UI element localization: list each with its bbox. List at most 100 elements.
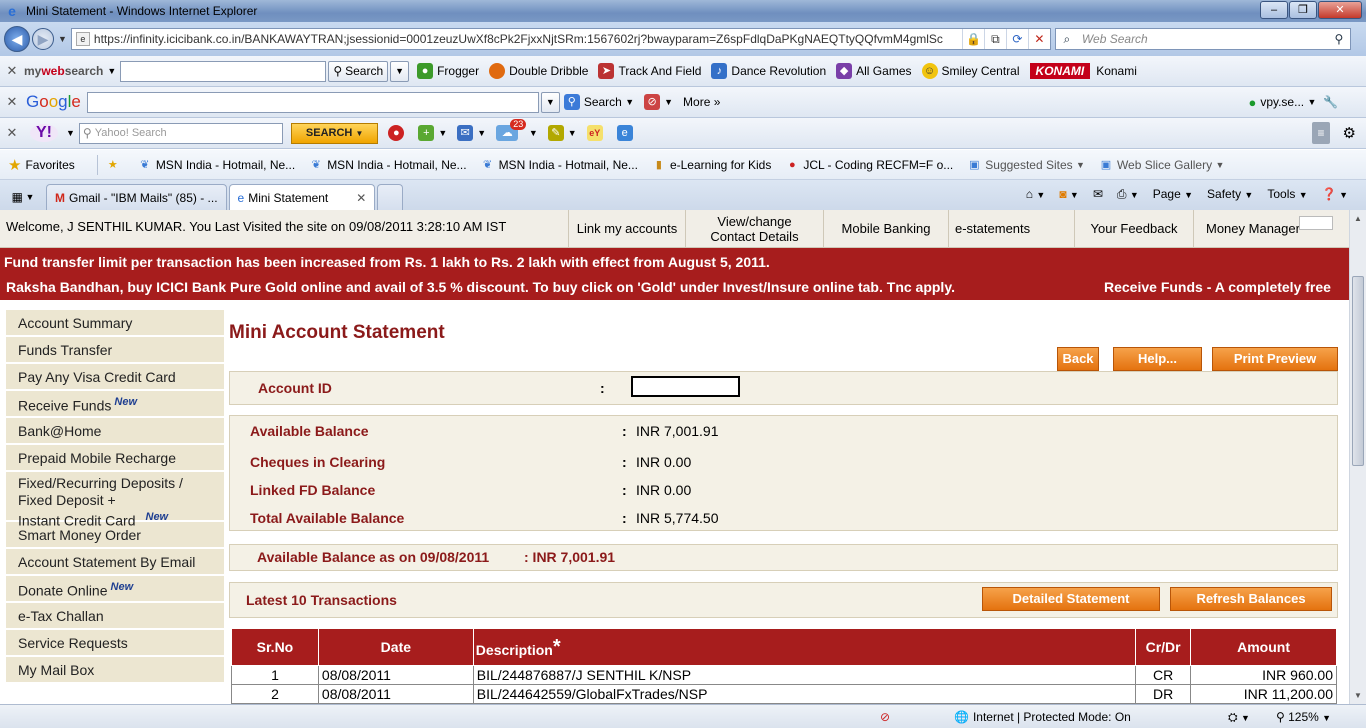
sidebar-item-receive-funds[interactable]: Receive Funds New bbox=[6, 391, 224, 418]
vertical-scrollbar[interactable]: ▲ ▼ bbox=[1349, 210, 1366, 704]
sidebar-item-donate-online[interactable]: Donate Online New bbox=[6, 576, 224, 603]
sidebar-item-deposits[interactable]: Fixed/Recurring Deposits / Fixed Deposit… bbox=[6, 472, 224, 529]
sidebar-item-etax-challan[interactable]: e-Tax Challan bbox=[6, 603, 224, 630]
sidebar-item-account-summary[interactable]: Account Summary bbox=[6, 310, 224, 337]
print-icon[interactable]: ⎙ ▼ bbox=[1117, 187, 1139, 202]
google-search-button[interactable]: ⚲ Search ▼ bbox=[563, 94, 634, 110]
nav-contact-details[interactable]: View/change Contact Details bbox=[685, 210, 823, 247]
favorite-jcl[interactable]: ● JCL - Coding RECFM=F o... bbox=[785, 158, 953, 172]
nav-mobile-banking[interactable]: Mobile Banking bbox=[823, 210, 948, 247]
wrench-icon[interactable]: 🔧 bbox=[1323, 95, 1338, 109]
yahoo-menu-icon[interactable]: ≡ bbox=[1312, 122, 1330, 144]
favorite-suggested-sites[interactable]: ▣ Suggested Sites ▼ bbox=[967, 158, 1085, 172]
close-toolbar-icon[interactable]: ✕ bbox=[0, 94, 24, 110]
home-icon[interactable]: ⌂ ▼ bbox=[1026, 187, 1046, 201]
maximize-button[interactable]: ❐ bbox=[1289, 1, 1317, 19]
yahoo-weather-button[interactable]: ☁ 23 ▼ bbox=[496, 119, 538, 141]
google-search-input[interactable] bbox=[86, 91, 539, 113]
address-url[interactable]: https://infinity.icicibank.co.in/BANKAWA… bbox=[94, 32, 962, 46]
yahoo-toolbar-btn-1[interactable]: ● bbox=[388, 125, 408, 141]
google-more-button[interactable]: More » bbox=[683, 95, 720, 109]
google-popup-blocker[interactable]: ⊘ ▼ bbox=[644, 94, 673, 110]
yahoo-search-field[interactable]: ⚲ Yahoo! Search bbox=[78, 122, 283, 144]
link-double-dribble[interactable]: Double Dribble bbox=[489, 63, 588, 79]
nav-link-my-accounts[interactable]: Link my accounts bbox=[568, 210, 685, 247]
quick-tabs-button[interactable]: ▦ ▼ bbox=[0, 184, 46, 210]
sidebar-item-funds-transfer[interactable]: Funds Transfer bbox=[6, 337, 224, 364]
stop-icon[interactable]: ✕ bbox=[1027, 29, 1050, 49]
mywebsearch-dropdown-icon[interactable]: ▼ bbox=[107, 66, 116, 76]
favorite-msn-3[interactable]: ❦ MSN India - Hotmail, Ne... bbox=[481, 158, 638, 172]
popup-blocked-icon[interactable]: ⊘ bbox=[880, 710, 890, 724]
scroll-up-arrow-icon[interactable]: ▲ bbox=[1350, 210, 1366, 227]
favorite-msn-2[interactable]: ❦ MSN India - Hotmail, Ne... bbox=[309, 158, 467, 172]
google-input-dropdown[interactable]: ▼ bbox=[540, 91, 560, 113]
yahoo-toolbar-btn-5[interactable]: ✎ ▼ bbox=[547, 125, 577, 141]
mywebsearch-input[interactable] bbox=[120, 60, 327, 82]
yahoo-settings-gear-icon[interactable]: ⚙ bbox=[1343, 124, 1356, 142]
help-icon[interactable]: ❓ ▼ bbox=[1322, 187, 1348, 201]
feeds-icon[interactable]: ◙ ▼ bbox=[1059, 187, 1079, 201]
link-konami[interactable]: Konami bbox=[1096, 64, 1137, 78]
help-button[interactable]: Help... bbox=[1113, 347, 1202, 371]
tools-menu[interactable]: Tools ▼ bbox=[1267, 187, 1307, 201]
sidebar-item-service-requests[interactable]: Service Requests bbox=[6, 630, 224, 657]
minimize-button[interactable]: – bbox=[1260, 1, 1288, 19]
favorites-button[interactable]: ★ Favorites bbox=[0, 156, 75, 174]
add-favorite-button[interactable]: ★ bbox=[106, 158, 124, 172]
close-tab-icon[interactable]: ✕ bbox=[356, 191, 366, 205]
compatibility-view-icon[interactable]: ⧉ bbox=[983, 29, 1006, 49]
nav-e-statements[interactable]: e-statements bbox=[948, 210, 1074, 247]
ticker-line-3[interactable]: Receive Funds - A completely free bbox=[1104, 279, 1331, 295]
ie-button[interactable]: e bbox=[616, 125, 637, 141]
yahoo-toolbar-btn-2[interactable]: + ▼ bbox=[418, 125, 447, 141]
sidebar-item-smart-money-order[interactable]: Smart Money Order bbox=[6, 522, 224, 549]
favorite-web-slice-gallery[interactable]: ▣ Web Slice Gallery ▼ bbox=[1099, 158, 1225, 172]
back-nav-button[interactable]: ◀ bbox=[4, 26, 30, 52]
link-dance-revolution[interactable]: ♪ Dance Revolution bbox=[711, 63, 826, 79]
print-preview-button[interactable]: Print Preview bbox=[1212, 347, 1338, 371]
konami-logo[interactable]: KONAMI bbox=[1029, 63, 1091, 79]
history-dropdown-icon[interactable]: ▼ bbox=[58, 34, 67, 44]
refresh-icon[interactable]: ⟳ bbox=[1005, 29, 1028, 49]
sidebar-item-bank-at-home[interactable]: Bank@Home bbox=[6, 418, 224, 445]
close-toolbar-icon[interactable]: ✕ bbox=[0, 63, 24, 79]
yahoo-search-button[interactable]: SEARCH ▼ bbox=[290, 122, 379, 144]
zoom-control[interactable]: ⚲ 125% ▼ bbox=[1276, 710, 1331, 724]
link-smiley-central[interactable]: ☺ Smiley Central bbox=[921, 63, 1020, 79]
read-mail-icon[interactable]: ✉ bbox=[1093, 187, 1103, 201]
web-search-box[interactable]: ⌕ Web Search ⚲ bbox=[1054, 28, 1351, 50]
close-toolbar-icon[interactable]: ✕ bbox=[0, 125, 24, 141]
search-go-icon[interactable]: ⚲ bbox=[1328, 32, 1350, 46]
yahoo-dropdown-icon[interactable]: ▼ bbox=[66, 128, 75, 138]
mywebsearch-search-dropdown[interactable]: ▼ bbox=[390, 60, 410, 82]
detailed-statement-button[interactable]: Detailed Statement bbox=[982, 587, 1160, 611]
protected-mode-icon[interactable]: ⛭ ▼ bbox=[1228, 710, 1250, 725]
scrollbar-thumb[interactable] bbox=[1352, 276, 1364, 466]
ticker-line-2[interactable]: Raksha Bandhan, buy ICICI Bank Pure Gold… bbox=[6, 279, 955, 295]
forward-nav-button[interactable]: ▶ bbox=[32, 28, 54, 50]
new-tab-button[interactable] bbox=[377, 184, 404, 210]
sidebar-item-my-mail-box[interactable]: My Mail Box bbox=[6, 657, 224, 684]
mywebsearch-search-button[interactable]: ⚲ Search bbox=[328, 60, 389, 82]
ebay-button[interactable]: eY bbox=[586, 125, 607, 141]
tab-mini-statement[interactable]: e Mini Statement ✕ bbox=[228, 184, 376, 210]
safety-menu[interactable]: Safety ▼ bbox=[1207, 187, 1253, 201]
refresh-balances-button[interactable]: Refresh Balances bbox=[1170, 587, 1332, 611]
yahoo-logo[interactable]: Y! bbox=[30, 124, 58, 142]
favorite-msn-1[interactable]: ❦ MSN India - Hotmail, Ne... bbox=[138, 158, 295, 172]
back-button[interactable]: Back bbox=[1057, 347, 1099, 371]
nav-your-feedback[interactable]: Your Feedback bbox=[1074, 210, 1193, 247]
scroll-down-arrow-icon[interactable]: ▼ bbox=[1350, 687, 1366, 704]
google-account[interactable]: ● vpy.se... ▼ 🔧 bbox=[1248, 95, 1338, 110]
address-bar[interactable]: e https://infinity.icicibank.co.in/BANKA… bbox=[70, 28, 1051, 50]
close-window-button[interactable]: ✕ bbox=[1318, 1, 1362, 19]
link-all-games[interactable]: ◆ All Games bbox=[836, 63, 912, 79]
sidebar-item-statement-by-email[interactable]: Account Statement By Email bbox=[6, 549, 224, 576]
page-menu[interactable]: Page ▼ bbox=[1153, 187, 1193, 201]
favorite-elearning[interactable]: ▮ e-Learning for Kids bbox=[652, 158, 771, 172]
nav-money-manager[interactable]: Money Manager bbox=[1193, 210, 1349, 247]
link-track-and-field[interactable]: ➤ Track And Field bbox=[598, 63, 701, 79]
security-zone[interactable]: 🌐 Internet | Protected Mode: On bbox=[954, 710, 1131, 724]
tab-gmail[interactable]: M Gmail - "IBM Mails" (85) - ... bbox=[46, 184, 227, 210]
